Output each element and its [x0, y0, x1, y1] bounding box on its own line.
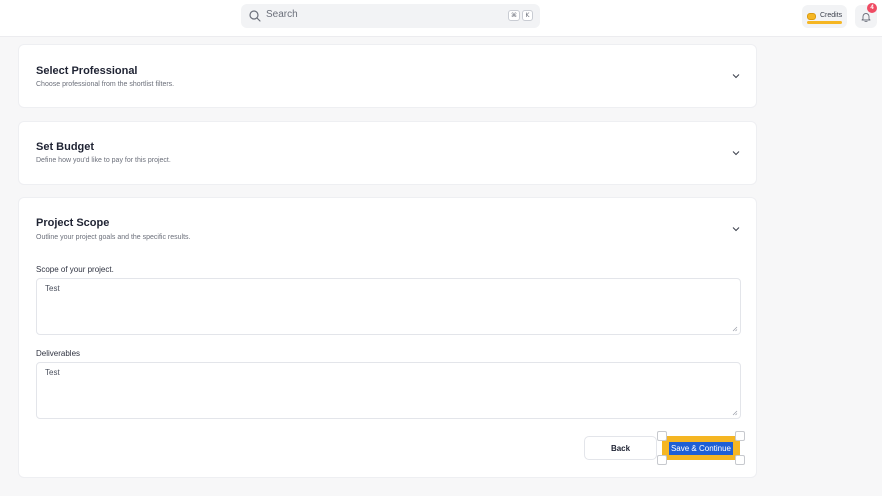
select-professional-section[interactable]: Select Professional Choose professional … — [18, 44, 757, 108]
selection-handle-bottom-right[interactable] — [735, 455, 745, 465]
set-budget-section[interactable]: Set Budget Define how you'd like to pay … — [18, 121, 757, 185]
chevron-down-icon[interactable] — [732, 150, 740, 156]
credits-button[interactable]: Credits — [802, 5, 847, 28]
section-subtitle: Choose professional from the shortlist f… — [36, 81, 175, 88]
credits-progress-bar — [807, 21, 842, 24]
chevron-down-icon[interactable] — [732, 73, 740, 79]
notification-badge: 4 — [867, 3, 877, 13]
section-title: Set Budget — [36, 141, 95, 153]
section-subtitle: Outline your project goals and the speci… — [36, 234, 191, 241]
scope-label: Scope of your project. — [36, 265, 114, 274]
save-continue-label: Save & Continue — [668, 441, 734, 455]
resize-handle-icon[interactable] — [732, 410, 738, 416]
credits-label: Credits — [820, 12, 843, 19]
deliverables-label: Deliverables — [36, 349, 81, 358]
bell-icon — [861, 13, 871, 22]
scope-textarea[interactable]: Test — [36, 278, 741, 335]
scope-value: Test — [45, 284, 60, 293]
command-key-hint: ⌘ — [508, 10, 520, 21]
back-button[interactable]: Back — [584, 436, 657, 460]
selection-handle-bottom-left[interactable] — [657, 455, 667, 465]
selection-handle-top-left[interactable] — [657, 431, 667, 441]
search-bar[interactable]: Search ⌘ K — [241, 4, 540, 28]
chevron-down-icon[interactable] — [732, 226, 740, 232]
selection-handle-top-right[interactable] — [735, 431, 745, 441]
section-title: Project Scope — [36, 217, 110, 229]
coin-icon — [807, 13, 816, 20]
search-icon — [249, 10, 261, 22]
search-placeholder: Search — [266, 9, 298, 20]
resize-handle-icon[interactable] — [732, 326, 738, 332]
top-bar: Search ⌘ K Credits 4 — [0, 0, 882, 37]
section-title: Select Professional — [36, 65, 138, 77]
deliverables-textarea[interactable]: Test — [36, 362, 741, 419]
deliverables-value: Test — [45, 368, 60, 377]
save-continue-button[interactable]: Save & Continue — [662, 436, 740, 460]
section-subtitle: Define how you'd like to pay for this pr… — [36, 157, 171, 164]
k-key-hint: K — [522, 10, 533, 21]
